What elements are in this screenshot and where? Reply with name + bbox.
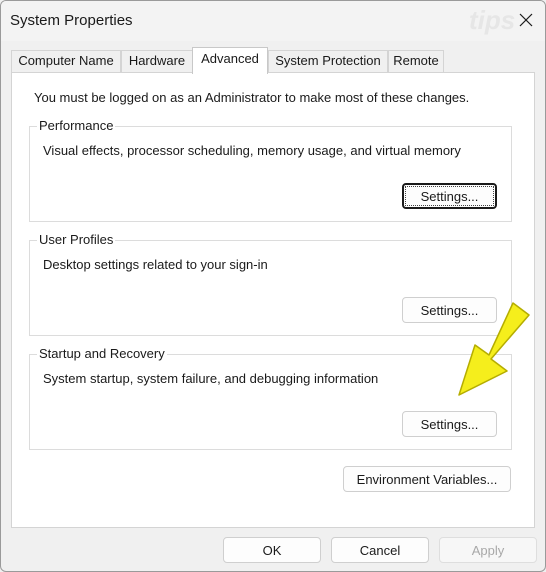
system-properties-window: System Properties tips Computer Name Har… <box>0 0 546 572</box>
performance-group: Performance Visual effects, processor sc… <box>29 118 512 222</box>
tab-system-protection[interactable]: System Protection <box>268 50 388 72</box>
cancel-button[interactable]: Cancel <box>331 537 429 563</box>
startup-recovery-group: Startup and Recovery System startup, sys… <box>29 346 512 450</box>
window-title: System Properties <box>10 12 133 29</box>
tab-computer-name[interactable]: Computer Name <box>11 50 121 72</box>
close-icon <box>519 13 533 27</box>
highlight-arrow-icon <box>458 302 530 396</box>
tab-hardware[interactable]: Hardware <box>121 50 193 72</box>
apply-button[interactable]: Apply <box>439 537 537 563</box>
user-profiles-group: User Profiles Desktop settings related t… <box>29 232 512 336</box>
tab-strip: Computer Name Hardware Advanced System P… <box>11 47 535 74</box>
close-button[interactable] <box>509 5 543 35</box>
performance-legend: Performance <box>37 118 116 133</box>
title-bar[interactable]: System Properties tips <box>1 1 545 41</box>
tab-remote[interactable]: Remote <box>388 50 444 72</box>
environment-variables-button[interactable]: Environment Variables... <box>343 466 511 492</box>
startup-recovery-description: System startup, system failure, and debu… <box>43 371 379 386</box>
performance-description: Visual effects, processor scheduling, me… <box>43 143 461 158</box>
performance-settings-button[interactable]: Settings... <box>402 183 497 209</box>
tab-advanced[interactable]: Advanced <box>192 47 268 74</box>
startup-recovery-legend: Startup and Recovery <box>37 346 167 361</box>
ok-button[interactable]: OK <box>223 537 321 563</box>
admin-note: You must be logged on as an Administrato… <box>34 90 470 105</box>
user-profiles-description: Desktop settings related to your sign-in <box>43 257 268 272</box>
advanced-tab-panel: You must be logged on as an Administrato… <box>11 72 535 528</box>
user-profiles-legend: User Profiles <box>37 232 116 247</box>
startup-recovery-settings-button[interactable]: Settings... <box>402 411 497 437</box>
